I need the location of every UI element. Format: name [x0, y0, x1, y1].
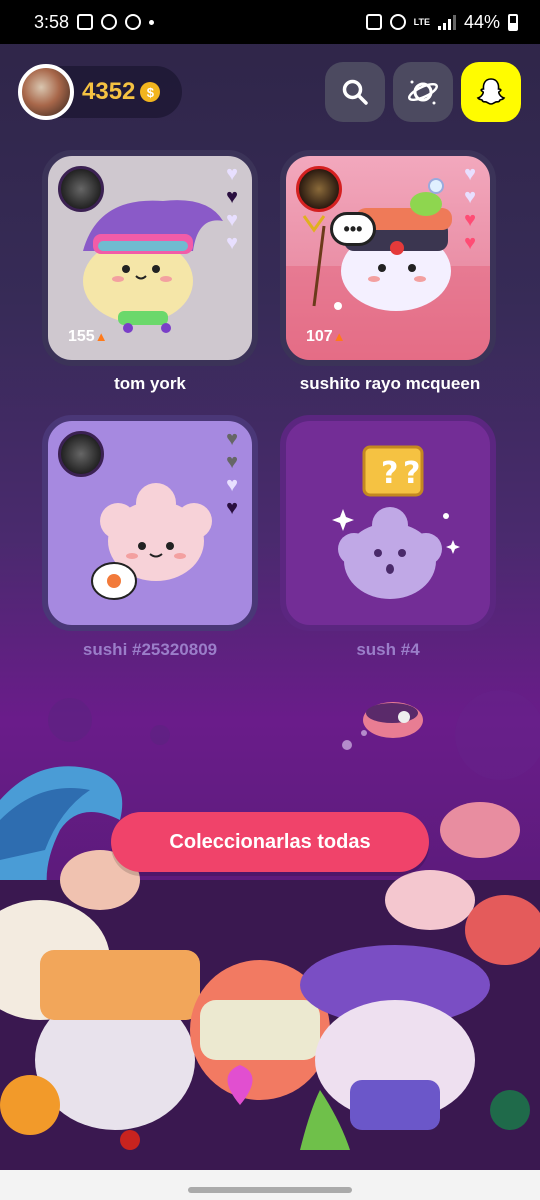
explore-button[interactable]: [393, 62, 453, 122]
card-name: sush #4: [356, 640, 420, 659]
svg-text:?: ?: [403, 456, 420, 491]
friend-avatar: [296, 166, 342, 212]
friend-card[interactable]: ♥ ♥ ♥ ♥ 155▲: [42, 150, 258, 366]
top-bar: 4352 $: [18, 62, 521, 122]
battery-percent: 44%: [463, 11, 500, 32]
fire-icon: ▲: [332, 329, 346, 344]
battery-icon: [508, 13, 518, 31]
battery-saver-icon: [365, 14, 382, 30]
card-name: sushito rayo mcqueen: [299, 374, 481, 393]
navigation-bar: [0, 1170, 540, 1200]
more-notifications-icon: [149, 19, 155, 25]
friend-avatar: [58, 166, 104, 212]
signal-icon: [437, 14, 456, 30]
coin-balance[interactable]: 4352 $: [18, 64, 182, 120]
fire-icon: ▲: [94, 329, 108, 344]
heart-icon: ♥: [464, 232, 476, 254]
streak-count: 155▲: [68, 328, 108, 345]
heart-icon: ♥: [226, 428, 238, 450]
coin-icon: $: [140, 82, 161, 102]
heart-icon: ♥: [226, 474, 238, 496]
planet-icon: [407, 80, 439, 105]
search-button[interactable]: [325, 62, 385, 122]
status-bar: 3:58 LTE 44%: [0, 0, 540, 44]
alarm-icon: [389, 14, 406, 30]
heart-icon: ♥: [226, 451, 238, 473]
snapchat-button[interactable]: [461, 62, 521, 122]
heart-icon: ♥: [226, 163, 238, 185]
gallery-icon: [77, 14, 94, 30]
heart-meter: ♥ ♥ ♥ ♥: [222, 164, 242, 253]
app-notification-icon: [125, 14, 142, 30]
snapchat-ghost-icon: [476, 78, 506, 105]
app-screen: 3:58 LTE 44% 4352 $ ♥ ♥ ♥ ♥ 155▲ tom yor…: [0, 0, 540, 1200]
heart-icon: ♥: [464, 186, 476, 208]
streak-count: 107▲: [306, 328, 346, 345]
profile-avatar[interactable]: [18, 64, 74, 120]
svg-text:?: ?: [381, 456, 398, 491]
heart-icon: ♥: [464, 209, 476, 231]
heart-meter: ♥ ♥ ♥ ♥: [460, 164, 480, 253]
card-name: sushi #25320809: [82, 640, 218, 659]
locked-card[interactable]: ? ?: [280, 415, 496, 631]
card-name: tom york: [114, 374, 186, 393]
heart-meter: ♥ ♥ ♥ ♥: [222, 429, 242, 518]
mystery-character-illustration: ? ?: [332, 445, 460, 599]
home-indicator[interactable]: [188, 1187, 352, 1193]
coin-count: 4352: [82, 78, 136, 105]
search-icon: [342, 79, 368, 105]
heart-icon: ♥: [226, 186, 238, 208]
friend-card[interactable]: ••• ♥ ♥ ♥ ♥ 107▲: [280, 150, 496, 366]
heart-icon: ♥: [464, 163, 476, 185]
network-type: LTE: [413, 16, 430, 27]
heart-icon: ♥: [226, 232, 238, 254]
friend-avatar: [58, 431, 104, 477]
whatsapp-icon: [101, 14, 118, 30]
status-time: 3:58: [34, 11, 70, 32]
friend-card[interactable]: ♥ ♥ ♥ ♥: [42, 415, 258, 631]
typing-bubble: •••: [330, 212, 376, 246]
heart-icon: ♥: [226, 209, 238, 231]
collect-all-button[interactable]: Coleccionarlas todas: [111, 812, 429, 872]
heart-icon: ♥: [226, 497, 238, 519]
